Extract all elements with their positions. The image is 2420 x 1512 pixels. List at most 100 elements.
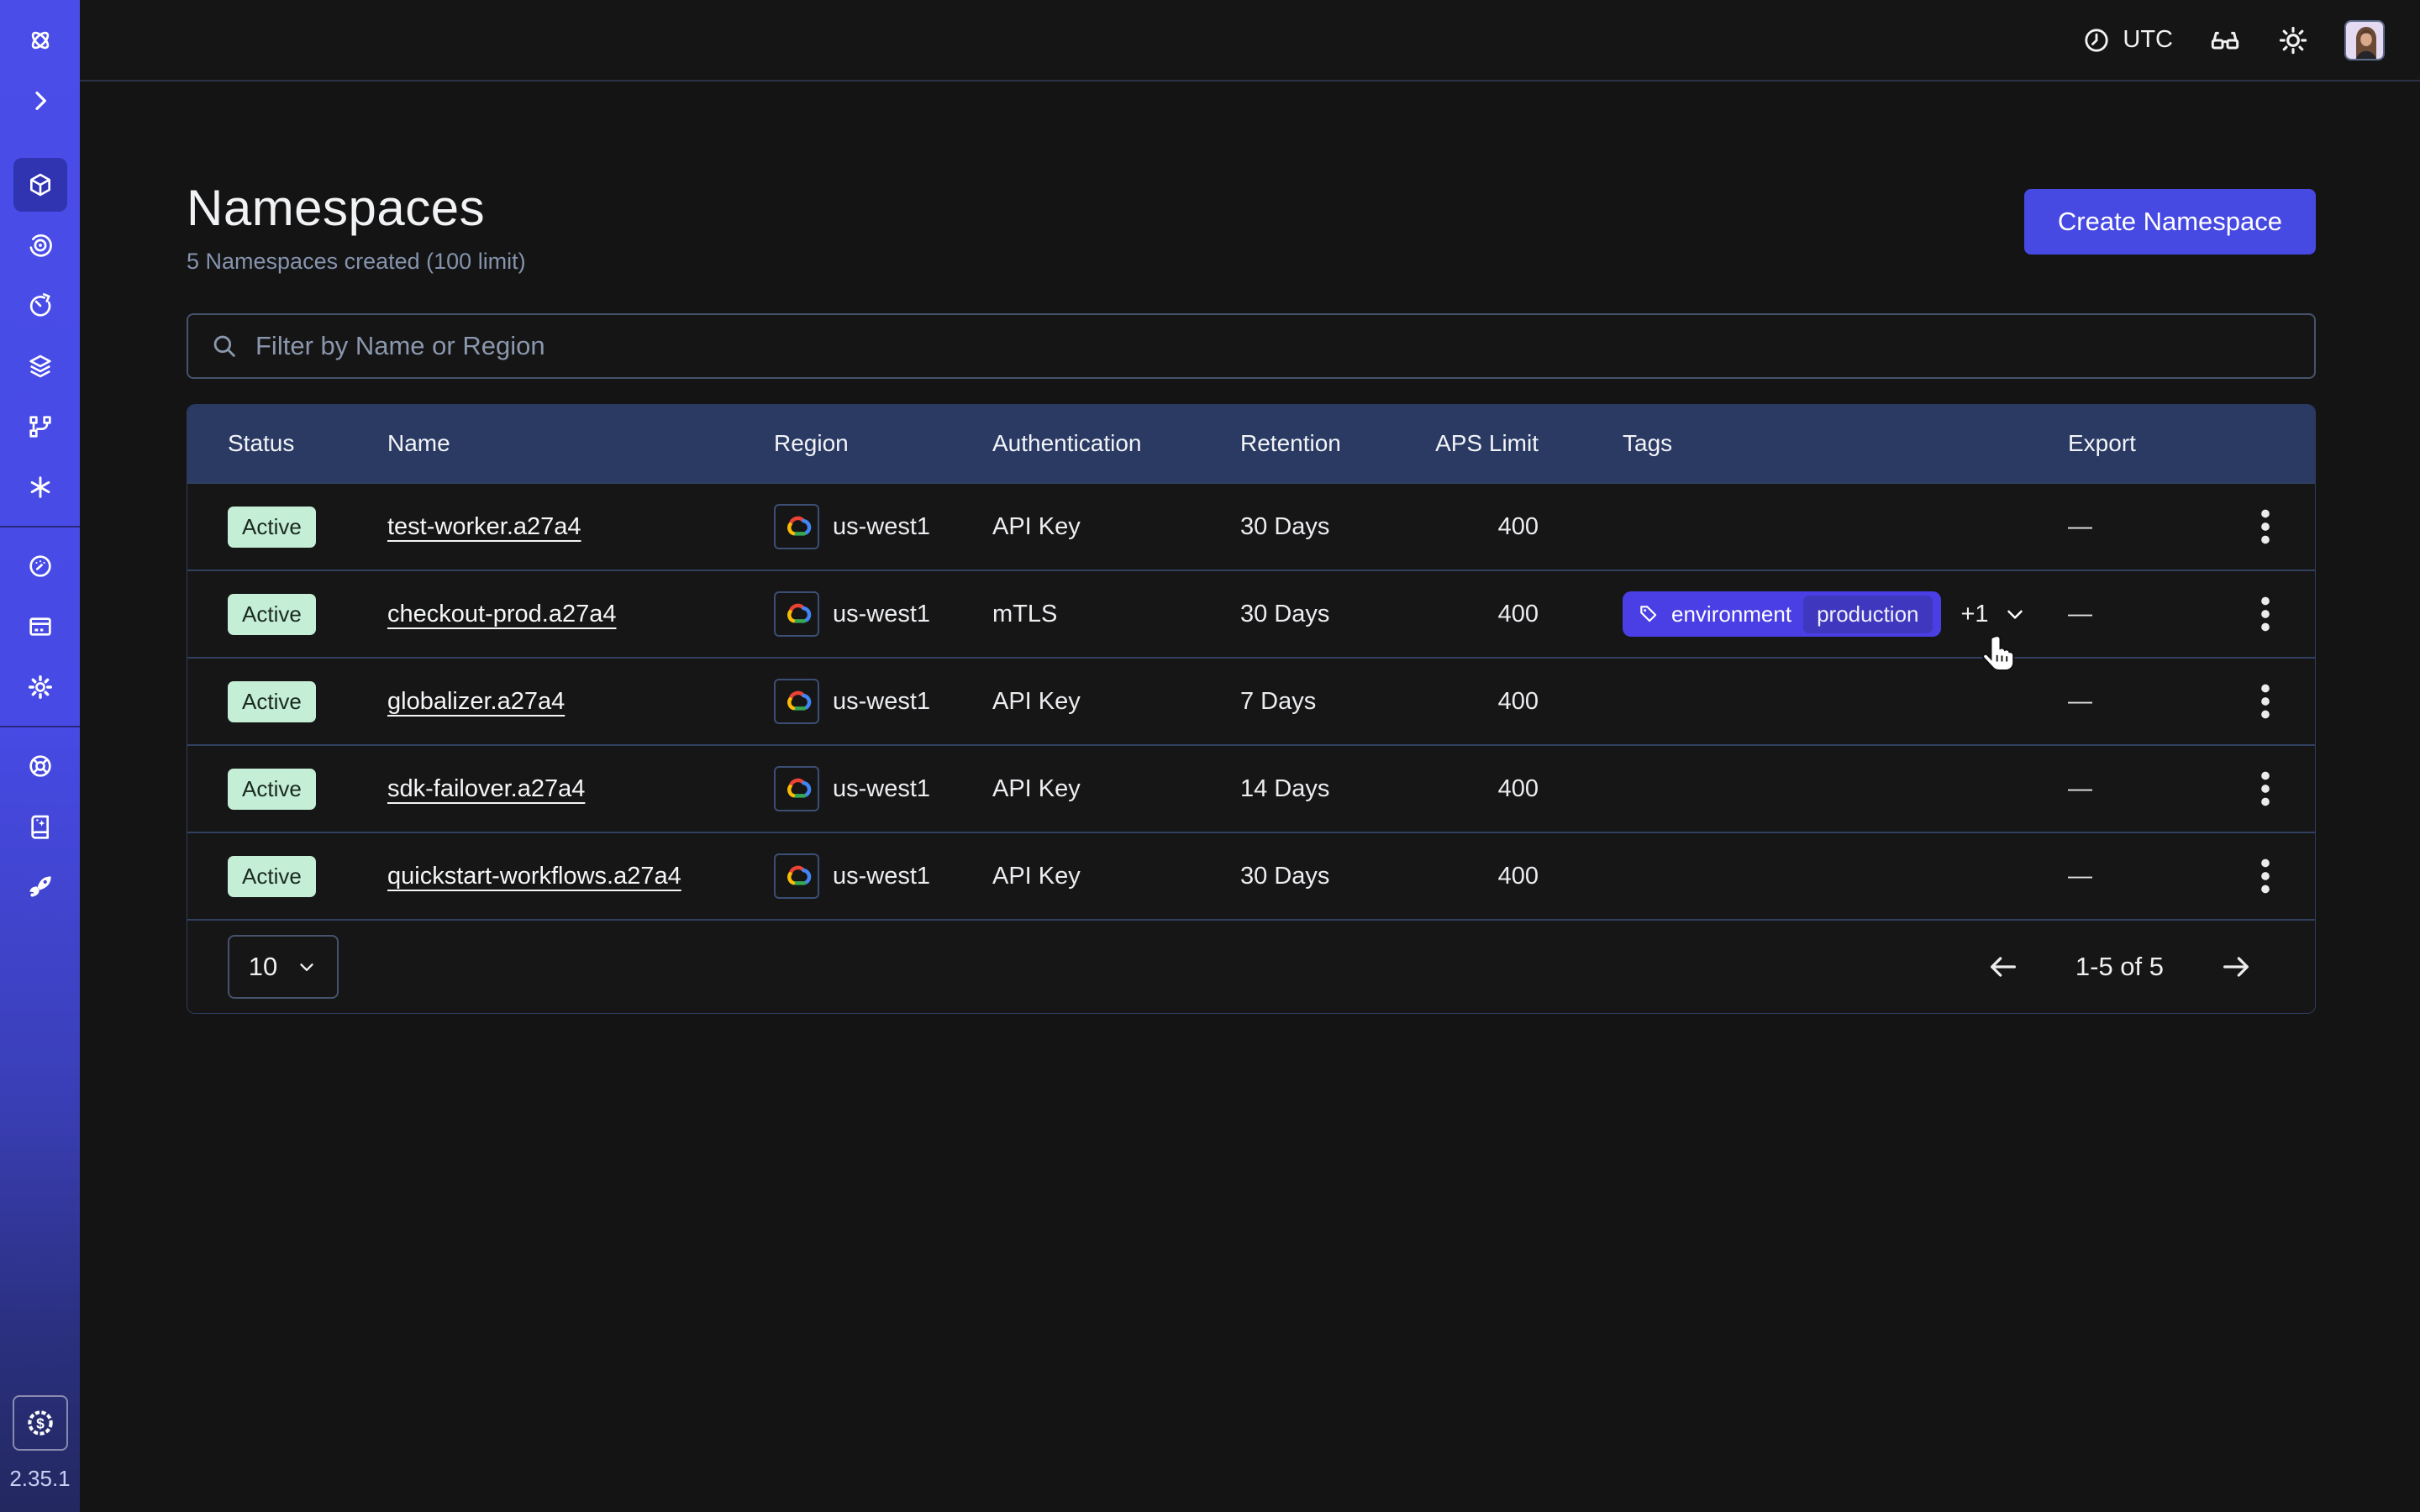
target-icon	[27, 232, 54, 259]
kebab-icon	[2260, 509, 2271, 544]
prev-page-button[interactable]	[1986, 950, 2020, 984]
col-export: Export	[2068, 430, 2215, 457]
topbar: UTC	[80, 0, 2420, 81]
dollar-badge-icon: $	[24, 1407, 56, 1439]
create-namespace-button[interactable]: Create Namespace	[2024, 189, 2316, 255]
col-aps-limit: APS Limit	[1434, 430, 1539, 457]
avatar-image	[2346, 22, 2385, 60]
sidebar-item-batch-operations[interactable]	[13, 400, 67, 454]
rocket-icon	[27, 874, 54, 900]
region-label: us-west1	[833, 775, 930, 803]
sidebar-item-usage[interactable]	[13, 539, 67, 593]
sidebar-item-nexus[interactable]	[13, 460, 67, 514]
aps-limit-cell: 400	[1434, 601, 1539, 628]
row-menu-button[interactable]	[2251, 501, 2280, 553]
region-label: us-west1	[833, 688, 930, 716]
sidebar-item-getting-started[interactable]	[13, 860, 67, 914]
book-sparkle-icon	[27, 813, 54, 840]
retention-cell: 30 Days	[1240, 513, 1434, 541]
gcp-region-icon	[774, 766, 819, 811]
aps-limit-cell: 400	[1434, 775, 1539, 803]
col-tags: Tags	[1539, 430, 2068, 457]
tag-pill[interactable]: environment production	[1623, 591, 1941, 637]
timezone-selector[interactable]: UTC	[2082, 26, 2173, 55]
retention-cell: 30 Days	[1240, 863, 1434, 890]
tag-value: production	[1803, 596, 1932, 633]
export-cell: —	[2068, 775, 2215, 803]
page-title: Namespaces	[187, 179, 526, 237]
sidebar-item-namespaces[interactable]	[13, 158, 67, 212]
chevron-right-icon	[27, 87, 54, 114]
lifebuoy-icon	[27, 753, 54, 780]
theme-toggle-button[interactable]	[2277, 24, 2309, 56]
auth-cell: mTLS	[992, 601, 1240, 628]
auth-cell: API Key	[992, 775, 1240, 803]
namespace-link[interactable]: checkout-prod.a27a4	[387, 601, 616, 627]
gcp-region-icon	[774, 853, 819, 899]
cube-icon	[27, 171, 54, 198]
tags-more-count: +1	[1961, 601, 1989, 628]
region-label: us-west1	[833, 863, 930, 890]
sidebar-item-deployments[interactable]	[13, 339, 67, 393]
namespace-link[interactable]: test-worker.a27a4	[387, 513, 581, 540]
chevron-down-icon	[296, 956, 318, 978]
main-area: UTC N	[80, 0, 2420, 1512]
aps-limit-cell: 400	[1434, 513, 1539, 541]
table-header-row: Status Name Region Authentication Retent…	[187, 404, 2315, 482]
tag-icon	[1638, 603, 1660, 625]
status-badge: Active	[228, 769, 316, 810]
table-row: Active sdk-failover.a27a4 us-west1 API K…	[187, 744, 2315, 832]
row-menu-button[interactable]	[2251, 763, 2280, 815]
glasses-icon	[2208, 24, 2242, 57]
col-status: Status	[228, 430, 387, 457]
sidebar-item-schedules[interactable]	[13, 279, 67, 333]
auth-cell: API Key	[992, 863, 1240, 890]
sidebar-item-workflows[interactable]	[13, 218, 67, 272]
pagination: 1-5 of 5	[1986, 950, 2253, 984]
page-subtitle: 5 Namespaces created (100 limit)	[187, 249, 526, 275]
tags-expand-button[interactable]	[2002, 601, 2028, 627]
region-label: us-west1	[833, 513, 930, 541]
sidebar-item-docs[interactable]	[13, 800, 67, 853]
asterisk-icon	[27, 474, 54, 501]
auth-cell: API Key	[992, 688, 1240, 716]
labs-toggle-button[interactable]	[2208, 24, 2242, 57]
credits-badge-button[interactable]: $	[13, 1395, 68, 1451]
namespace-link[interactable]: sdk-failover.a27a4	[387, 775, 585, 802]
table-row: Active quickstart-workflows.a27a4 us-wes…	[187, 832, 2315, 919]
status-badge: Active	[228, 594, 316, 635]
gauge-icon	[27, 553, 54, 580]
auth-cell: API Key	[992, 513, 1240, 541]
page-size-select[interactable]: 10	[228, 935, 339, 999]
status-badge: Active	[228, 507, 316, 548]
export-cell: —	[2068, 688, 2215, 716]
tags-cell: environment production +1	[1539, 591, 2068, 637]
sidebar-expand-button[interactable]	[13, 74, 67, 128]
next-page-button[interactable]	[2219, 950, 2253, 984]
tag-key: environment	[1671, 601, 1791, 627]
export-cell: —	[2068, 513, 2215, 541]
namespace-link[interactable]: globalizer.a27a4	[387, 688, 565, 715]
filter-input[interactable]	[255, 331, 2292, 361]
row-menu-button[interactable]	[2251, 588, 2280, 640]
sidebar-divider	[0, 526, 80, 528]
arrow-right-icon	[2219, 950, 2253, 984]
sidebar-item-billing[interactable]	[13, 600, 67, 654]
user-avatar[interactable]	[2344, 20, 2385, 60]
chevron-down-icon	[2002, 601, 2028, 627]
table-row: Active globalizer.a27a4 us-west1 API Key	[187, 657, 2315, 744]
status-badge: Active	[228, 681, 316, 722]
row-menu-button[interactable]	[2251, 850, 2280, 902]
sidebar-item-support[interactable]	[13, 739, 67, 793]
branch-icon	[27, 413, 54, 440]
row-menu-button[interactable]	[2251, 675, 2280, 727]
export-cell: —	[2068, 601, 2215, 628]
sidebar-item-settings[interactable]	[13, 660, 67, 714]
col-retention: Retention	[1240, 430, 1434, 457]
col-authentication: Authentication	[992, 430, 1240, 457]
namespace-link[interactable]: quickstart-workflows.a27a4	[387, 863, 681, 890]
gear-icon	[27, 674, 54, 701]
aps-limit-cell: 400	[1434, 688, 1539, 716]
svg-text:$: $	[36, 1415, 45, 1431]
temporal-logo[interactable]	[13, 13, 67, 67]
